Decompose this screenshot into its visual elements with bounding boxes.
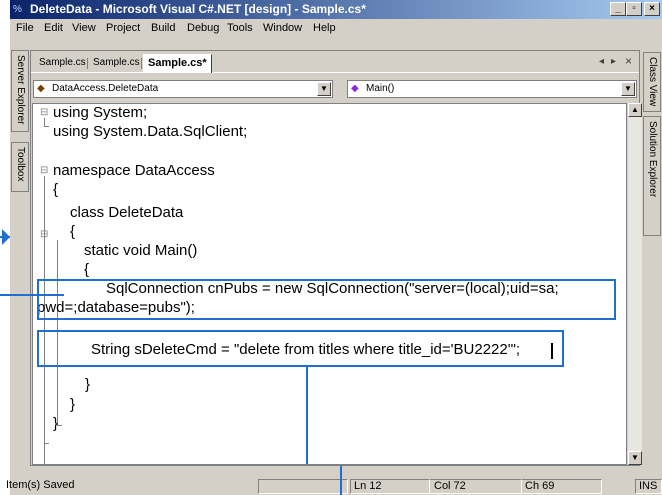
menu-view[interactable]: View: [72, 22, 96, 34]
tab-divider: [87, 58, 88, 69]
code-line-2: using System.Data.SqlClient;: [53, 123, 248, 140]
outline-guide: [44, 443, 49, 444]
status-panel-empty: [258, 479, 348, 494]
class-icon: ◆: [37, 83, 45, 94]
callout-leader-bottom-ext: [340, 466, 342, 495]
scroll-down-icon[interactable]: ▼: [628, 451, 642, 465]
ide-window: % DeleteData - Microsoft Visual C#.NET […: [0, 0, 662, 495]
menu-bar: File Edit View Project Build Debug Tools…: [10, 19, 662, 39]
menu-project[interactable]: Project: [106, 22, 140, 34]
scroll-up-icon[interactable]: ▲: [628, 103, 642, 117]
code-line-6: {: [70, 223, 76, 240]
app-icon: %: [13, 4, 22, 15]
code-line-3: namespace DataAccess: [53, 162, 215, 179]
server-explorer-label: Server Explorer: [15, 55, 26, 125]
menu-edit[interactable]: Edit: [44, 22, 63, 34]
tab-sample-active[interactable]: Sample.cs*: [143, 54, 212, 73]
solution-explorer-tab[interactable]: Solution Explorer: [643, 116, 661, 236]
chevron-down-icon[interactable]: ▼: [621, 82, 635, 96]
chevron-down-icon[interactable]: ▼: [317, 82, 331, 96]
tab-prev-icon[interactable]: ◂: [599, 56, 604, 67]
callout-arrow-icon: [2, 229, 10, 245]
code-line-13: }: [70, 396, 76, 413]
method-icon: ◆: [351, 83, 359, 94]
tab-sample-2[interactable]: Sample.cs: [89, 55, 144, 72]
callout-box-delete-cmd: [37, 330, 564, 367]
code-editor[interactable]: ⊟ ⊟ ⊟ using System; using System.Data.Sq…: [32, 103, 627, 465]
server-explorer-tab[interactable]: Server Explorer: [11, 50, 29, 132]
code-line-4: {: [53, 181, 59, 198]
code-line-14: }: [53, 415, 59, 432]
tab-divider: [141, 58, 142, 69]
solution-explorer-label: Solution Explorer: [647, 121, 658, 198]
collapse-icon[interactable]: ⊟: [40, 165, 48, 176]
menu-tools[interactable]: Tools: [227, 22, 253, 34]
outline-guide: [44, 126, 49, 127]
minimize-button[interactable]: _: [610, 2, 626, 16]
status-char: Ch 69: [522, 479, 602, 494]
tab-close-icon[interactable]: ×: [625, 54, 632, 68]
menu-build[interactable]: Build: [151, 22, 175, 34]
code-line-7: static void Main(): [84, 242, 198, 259]
menu-file[interactable]: File: [16, 22, 34, 34]
type-selector[interactable]: ◆ DataAccess.DeleteData ▼: [33, 80, 333, 98]
document-pane: Sample.cs Sample.cs Sample.cs* ◂ ▸ × ◆ D…: [30, 50, 642, 466]
status-line: Ln 12: [350, 479, 430, 494]
code-line-8: {: [84, 261, 90, 278]
tab-strip: Sample.cs Sample.cs Sample.cs* ◂ ▸ ×: [31, 51, 639, 73]
menu-debug[interactable]: Debug: [187, 22, 219, 34]
window-title: DeleteData - Microsoft Visual C#.NET [de…: [30, 2, 366, 16]
close-button[interactable]: ×: [644, 2, 660, 16]
maximize-button[interactable]: ▫: [626, 2, 642, 16]
collapse-icon[interactable]: ⊟: [40, 229, 48, 240]
toolbox-tab[interactable]: Toolbox: [11, 142, 29, 192]
member-selector[interactable]: ◆ Main() ▼: [347, 80, 637, 98]
class-view-tab[interactable]: Class View: [643, 52, 661, 112]
outline-guide: [44, 118, 45, 126]
class-view-label: Class View: [647, 57, 658, 107]
code-line-5: class DeleteData: [70, 204, 184, 221]
member-selector-value: Main(): [366, 83, 395, 94]
toolbox-label: Toolbox: [15, 147, 26, 182]
menu-help[interactable]: Help: [313, 22, 336, 34]
callout-box-connection: [37, 279, 616, 320]
code-line-12: }: [85, 376, 91, 393]
outline-guide: [44, 176, 45, 464]
code-line-1: using System;: [53, 104, 148, 121]
title-bar[interactable]: % DeleteData - Microsoft Visual C#.NET […: [10, 0, 662, 19]
callout-leader-left: [0, 294, 64, 296]
type-selector-value: DataAccess.DeleteData: [52, 83, 159, 94]
collapse-icon[interactable]: ⊟: [40, 107, 48, 118]
status-mode: INS: [635, 479, 662, 494]
menu-window[interactable]: Window: [263, 22, 302, 34]
tab-next-icon[interactable]: ▸: [611, 56, 616, 67]
tab-sample-1[interactable]: Sample.cs: [35, 55, 90, 72]
status-message: Item(s) Saved: [6, 479, 75, 491]
vertical-scrollbar[interactable]: ▲ ▼: [628, 103, 642, 465]
status-column: Col 72: [430, 479, 522, 494]
callout-leader-bottom: [306, 367, 308, 464]
status-bar: Item(s) Saved Ln 12 Col 72 Ch 69 INS: [6, 478, 662, 495]
